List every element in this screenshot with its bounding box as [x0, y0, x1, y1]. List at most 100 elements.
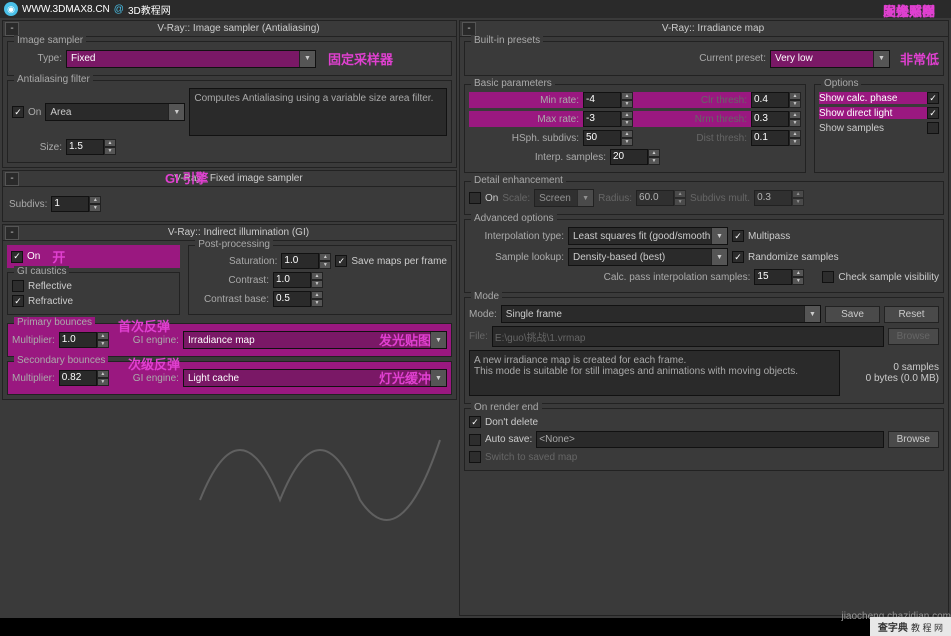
slook-select[interactable]: Density-based (best) [568, 248, 728, 266]
collapse-button[interactable]: - [5, 22, 19, 36]
randomize-checkbox[interactable] [732, 251, 744, 263]
chevron-down-icon [577, 190, 593, 206]
rollup-title: V-Ray:: Fixed image sampler [21, 173, 456, 184]
show-calc-checkbox[interactable] [927, 92, 939, 104]
slook-label: Sample lookup: [469, 252, 564, 263]
group-label: Basic parameters [471, 78, 555, 89]
nrmthresh-spinner[interactable]: 0.3▲▼ [751, 111, 801, 127]
rollup-title: V-Ray:: Indirect illumination (GI) [21, 227, 456, 238]
browse-button[interactable]: Browse [888, 328, 939, 345]
gi-on-checkbox[interactable] [11, 251, 23, 263]
rollup-indirect-illumination: -V-Ray:: Indirect illumination (GI) 间接照明… [2, 224, 457, 400]
csv-checkbox[interactable] [822, 271, 834, 283]
filter-select[interactable]: Area [45, 103, 185, 121]
preset-select[interactable]: Very low [770, 50, 890, 68]
type-select[interactable]: Fixed [66, 50, 316, 68]
aa-on-checkbox[interactable] [12, 106, 24, 118]
save-maps-checkbox[interactable] [335, 255, 347, 267]
dont-delete-label: Don't delete [485, 417, 538, 428]
collapse-button[interactable]: - [5, 226, 19, 240]
de-on-checkbox[interactable] [469, 192, 481, 204]
autosave-checkbox[interactable] [469, 434, 481, 446]
rollup-irradiance-map: -V-Ray:: Irradiance map 发光贴图 Built-in pr… [459, 20, 949, 616]
pb-mult-spinner[interactable]: 1.0▲▼ [59, 332, 109, 348]
sb-mult-spinner[interactable]: 0.82▲▼ [59, 370, 109, 386]
file-path: E:\guo\挑战\1.vrmap [492, 326, 884, 347]
csv-label: Check sample visibility [838, 272, 939, 283]
itype-select[interactable]: Least squares fit (good/smooth [568, 227, 728, 245]
url-text: WWW.3DMAX8.CN [22, 4, 110, 15]
saturation-spinner[interactable]: 1.0▲▼ [281, 253, 331, 269]
radius-spinner[interactable]: 60.0▲▼ [636, 190, 686, 206]
collapse-button[interactable]: - [462, 22, 476, 36]
group-label: Primary bounces [14, 317, 95, 328]
group-label: Image sampler [14, 35, 86, 46]
isamp-spinner[interactable]: 20▲▼ [610, 149, 660, 165]
contrast-spinner[interactable]: 1.0▲▼ [273, 272, 323, 288]
group-label: GI caustics [14, 266, 69, 277]
scale-label: Scale: [502, 193, 530, 204]
cpis-spinner[interactable]: 15▲▼ [754, 269, 804, 285]
rollup-title: V-Ray:: Image sampler (Antialiasing) [21, 23, 456, 34]
minrate-label: Min rate: [469, 95, 579, 106]
hsph-spinner[interactable]: 50▲▼ [583, 130, 633, 146]
chevron-down-icon [299, 51, 315, 67]
saturation-label: Saturation: [193, 256, 277, 267]
refractive-checkbox[interactable] [12, 295, 24, 307]
gi-engine-label: GI engine: [133, 373, 179, 384]
smult-label: Subdivs mult. [690, 193, 750, 204]
switch-saved-label: Switch to saved map [485, 452, 577, 463]
save-maps-label: Save maps per frame [351, 256, 447, 267]
de-on-label: On [485, 193, 498, 204]
size-spinner[interactable]: 1.5▲▼ [66, 139, 116, 155]
browse-button-2[interactable]: Browse [888, 431, 939, 448]
on-label: On [28, 107, 41, 118]
randomize-label: Randomize samples [748, 252, 839, 263]
reset-button[interactable]: Reset [884, 306, 939, 323]
filter-description: Computes Antialiasing using a variable s… [189, 88, 447, 136]
show-direct-label: Show direct light [819, 108, 923, 119]
reflective-label: Reflective [28, 281, 72, 292]
maxrate-spinner[interactable]: -3▲▼ [583, 111, 633, 127]
switch-saved-checkbox[interactable] [469, 451, 481, 463]
subdivs-spinner[interactable]: 1▲▼ [51, 196, 101, 212]
scale-select[interactable]: Screen [534, 189, 594, 207]
chevron-down-icon [430, 370, 446, 386]
multiplier-label: Multiplier: [12, 335, 55, 346]
group-label: Built-in presets [471, 35, 543, 46]
pb-engine-select[interactable]: Irradiance map [183, 331, 447, 349]
save-button[interactable]: Save [825, 306, 880, 323]
mode-select[interactable]: Single frame [501, 305, 821, 323]
group-label: Advanced options [471, 213, 557, 224]
contrast-base-spinner[interactable]: 0.5▲▼ [273, 291, 323, 307]
reflective-checkbox[interactable] [12, 280, 24, 292]
itype-label: Interpolation type: [469, 231, 564, 242]
group-label: Options [821, 78, 861, 89]
distthresh-spinner[interactable]: 0.1▲▼ [751, 130, 801, 146]
mode-info: A new irradiance map is created for each… [469, 350, 840, 396]
dont-delete-checkbox[interactable] [469, 416, 481, 428]
distthresh-label: Dist thresh: [637, 133, 747, 144]
smult-spinner[interactable]: 0.3▲▼ [754, 190, 804, 206]
multiplier-label: Multiplier: [12, 373, 55, 384]
size-label: Size: [12, 142, 62, 153]
rollup-fixed-sampler: -V-Ray:: Fixed image sampler Subdivs: 1▲… [2, 170, 457, 222]
show-samples-checkbox[interactable] [927, 122, 939, 134]
refractive-label: Refractive [28, 296, 73, 307]
show-direct-checkbox[interactable] [927, 107, 939, 119]
sb-engine-select[interactable]: Light cache [183, 369, 447, 387]
preset-label: Current preset: [469, 53, 766, 64]
multipass-checkbox[interactable] [732, 230, 744, 242]
annotation: 非常低 [900, 49, 939, 68]
site-name: 3D教程网 [128, 2, 171, 17]
subdivs-label: Subdivs: [9, 199, 47, 210]
group-label: On render end [471, 402, 542, 413]
minrate-spinner[interactable]: -4▲▼ [583, 92, 633, 108]
clrthresh-label: Clr thresh: [637, 95, 747, 106]
mode-label: Mode: [469, 309, 497, 320]
collapse-button[interactable]: - [5, 172, 19, 186]
radius-label: Radius: [598, 193, 632, 204]
chevron-down-icon [873, 51, 889, 67]
file-label: File: [469, 331, 488, 342]
clrthresh-spinner[interactable]: 0.4▲▼ [751, 92, 801, 108]
